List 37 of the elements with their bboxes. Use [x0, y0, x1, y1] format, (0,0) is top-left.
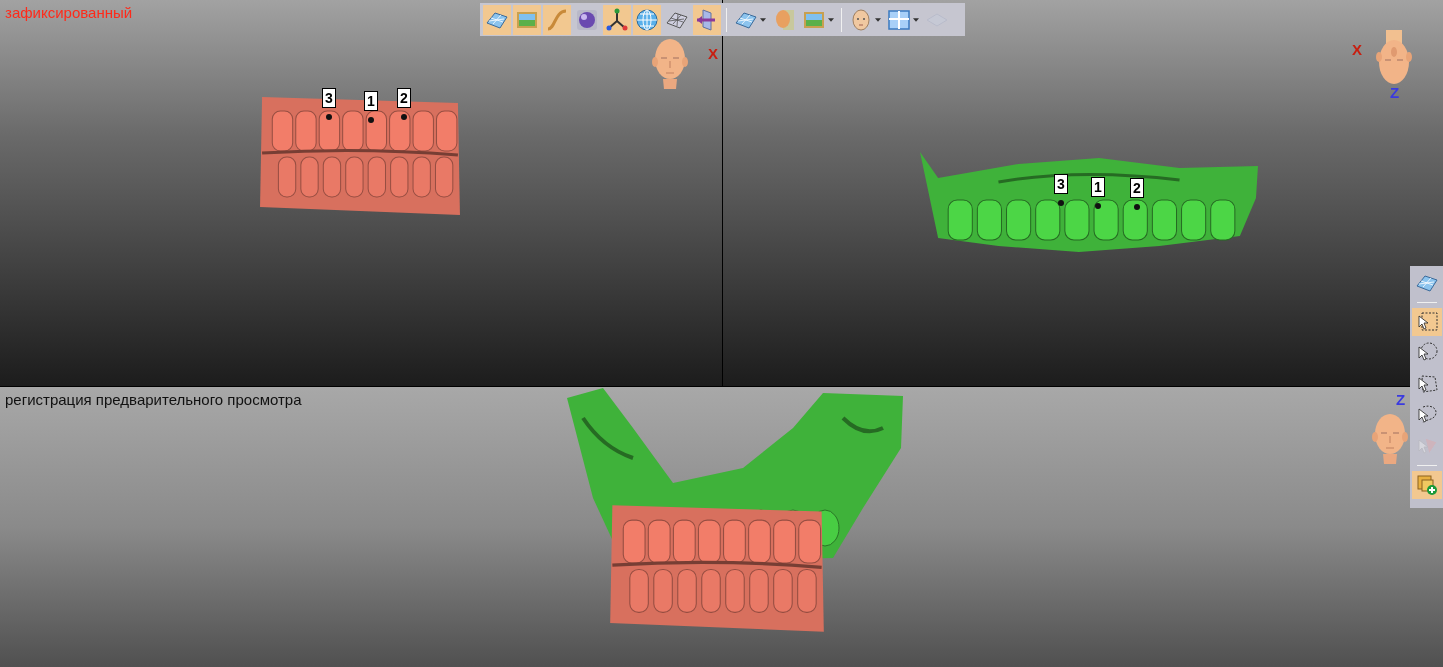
- axis-label: X: [1352, 42, 1362, 57]
- caret-icon: [875, 17, 881, 22]
- add-layer-icon: [1414, 473, 1439, 497]
- point-marker-dot: [401, 114, 407, 120]
- face-icon: [849, 7, 873, 32]
- 3d-viewport[interactable]: 3 1 2 зафиксированный X: [0, 0, 722, 386]
- curve-icon: [545, 7, 569, 32]
- 3d-viewport[interactable]: 3 1 2 X Z: [723, 0, 1443, 386]
- toolbar-button[interactable]: [693, 4, 721, 35]
- caret-icon: [760, 17, 766, 22]
- 3d-viewport[interactable]: регистрация предварительного просмотра Z: [0, 387, 1443, 667]
- axes-icon: [605, 7, 629, 32]
- point-marker-dot: [368, 117, 374, 123]
- point-marker-dot: [1058, 200, 1064, 206]
- toolbar-button[interactable]: [1411, 308, 1442, 336]
- point-marker-label: 1: [1091, 177, 1105, 197]
- toolbar-button[interactable]: [1411, 471, 1442, 499]
- viewport-title: зафиксированный: [5, 4, 133, 21]
- caret-icon: [913, 17, 919, 22]
- globe-icon: [635, 7, 659, 32]
- toolbar-button[interactable]: [483, 4, 511, 35]
- axis-label: Z: [1396, 392, 1406, 407]
- point-marker-label: 3: [1054, 174, 1068, 194]
- point-marker-label: 3: [322, 88, 336, 108]
- point-marker-dot: [1134, 204, 1140, 210]
- point-marker-dot: [1095, 203, 1101, 209]
- layout-icon: [887, 7, 911, 32]
- point-marker-label: 2: [397, 88, 411, 108]
- point-marker-label: 1: [364, 91, 378, 111]
- point-marker-dot: [326, 114, 332, 120]
- toolbar-button[interactable]: [603, 4, 631, 35]
- caret-icon: [828, 17, 834, 22]
- viewport-title: регистрация предварительного просмотра: [5, 391, 302, 408]
- axis-label: X: [708, 46, 718, 61]
- point-marker-label: 2: [1130, 178, 1144, 198]
- toolbar-button[interactable]: [633, 4, 661, 35]
- axis-label: Z: [1390, 85, 1400, 100]
